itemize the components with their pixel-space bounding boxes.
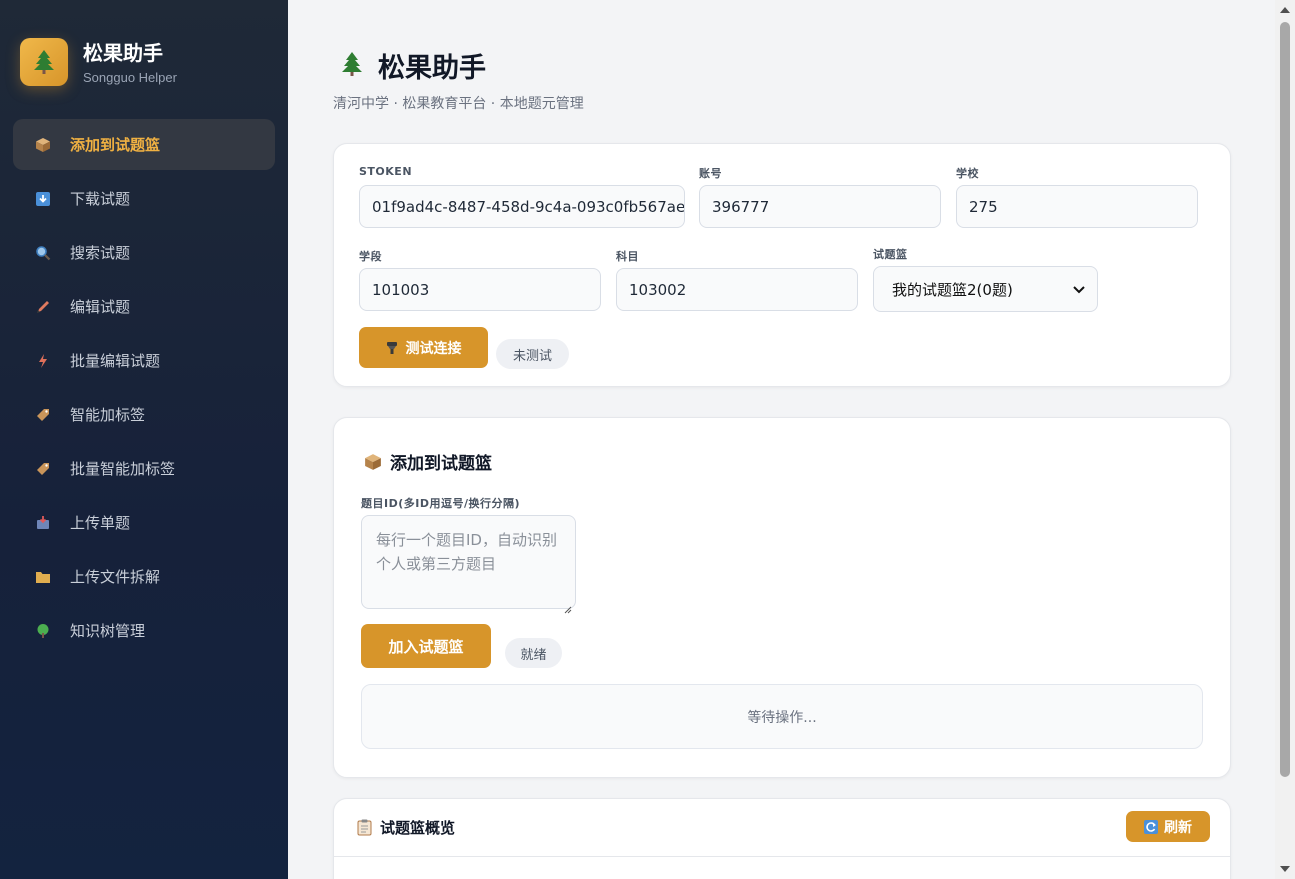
sidebar-item-label: 下载试题 [70, 190, 131, 208]
sidebar-item-upload-single[interactable]: 上传单题 [13, 497, 275, 548]
question-ids-placeholder: 每行一个题目ID，自动识别个人或第三方题目 [376, 531, 557, 573]
clipboard-icon [357, 819, 372, 836]
brand-subtitle: Songguo Helper [83, 69, 177, 85]
page-title: 松果助手 [340, 46, 486, 85]
sidebar-item-search[interactable]: 搜索试题 [13, 227, 275, 278]
sidebar-item-label: 编辑试题 [70, 298, 131, 316]
sidebar-item-download[interactable]: 下载试题 [13, 173, 275, 224]
pencil-icon [35, 299, 51, 315]
section-title-text: 添加到试题篮 [390, 454, 492, 474]
school-input[interactable]: 275 [956, 185, 1198, 228]
stoken-label: STOKEN [359, 165, 413, 178]
sidebar-item-add-to-basket[interactable]: 添加到试题篮 [13, 119, 275, 170]
package-icon [364, 453, 382, 471]
basket-label: 试题篮 [873, 248, 908, 261]
sidebar-item-upload-file[interactable]: 上传文件拆解 [13, 551, 275, 602]
stage-label: 学段 [359, 250, 382, 263]
refresh-icon [1144, 819, 1158, 834]
sidebar-item-label: 知识树管理 [70, 622, 146, 640]
search-icon [35, 245, 51, 261]
brand: 松果助手 Songguo Helper [20, 38, 177, 86]
scroll-thumb[interactable] [1280, 22, 1290, 777]
overview-title: 试题篮概览 [357, 817, 455, 838]
connection-card: STOKEN 01f9ad4c-8487-458d-9c4a-093c0fb56… [333, 143, 1231, 387]
brand-title: 松果助手 [83, 40, 163, 65]
page-subtitle: 清河中学 · 松果教育平台 · 本地题元管理 [333, 96, 584, 112]
sidebar-nav: 添加到试题篮 下载试题 搜索试题 编辑试题 批量编辑试题 智能加标签 批量智能加… [13, 119, 275, 659]
sidebar-item-label: 智能加标签 [70, 406, 146, 424]
page-title-text: 松果助手 [378, 53, 486, 84]
tag-icon [35, 407, 51, 423]
connection-status-badge: 未测试 [496, 339, 569, 369]
refresh-label: 刷新 [1164, 819, 1192, 836]
pine-tree-icon [20, 38, 68, 86]
sidebar-item-edit[interactable]: 编辑试题 [13, 281, 275, 332]
sidebar-item-batch-edit[interactable]: 批量编辑试题 [13, 335, 275, 386]
scroll-up-icon[interactable] [1279, 4, 1291, 16]
download-icon [35, 191, 51, 207]
stoken-input[interactable]: 01f9ad4c-8487-458d-9c4a-093c0fb567ae [359, 185, 685, 228]
add-to-basket-card: 添加到试题篮 题目ID(多ID用逗号/换行分隔) 每行一个题目ID，自动识别个人… [333, 417, 1231, 778]
sidebar-item-label: 添加到试题篮 [70, 136, 161, 154]
sidebar-item-batch-smart-tag[interactable]: 批量智能加标签 [13, 443, 275, 494]
overview-title-text: 试题篮概览 [380, 819, 456, 837]
school-label: 学校 [956, 167, 979, 180]
test-connection-label: 测试连接 [405, 340, 462, 357]
basket-overview-card: 试题篮概览 刷新 [333, 798, 1231, 879]
tree-icon [35, 623, 51, 639]
sidebar-item-label: 上传文件拆解 [70, 568, 161, 586]
main-content: 松果助手 清河中学 · 松果教育平台 · 本地题元管理 STOKEN 01f9a… [288, 0, 1275, 879]
inbox-icon [35, 515, 51, 531]
sidebar-item-smart-tag[interactable]: 智能加标签 [13, 389, 275, 440]
folder-icon [35, 569, 51, 585]
subject-input[interactable]: 103002 [616, 268, 858, 311]
flashlight-icon [386, 341, 398, 355]
account-label: 账号 [699, 167, 722, 180]
lightning-icon [35, 353, 51, 369]
sidebar-item-knowledge-tree[interactable]: 知识树管理 [13, 605, 275, 656]
sidebar-item-label: 上传单题 [70, 514, 131, 532]
sidebar-item-label: 批量编辑试题 [70, 352, 161, 370]
question-ids-textarea[interactable]: 每行一个题目ID，自动识别个人或第三方题目 [361, 515, 576, 614]
stage-input[interactable]: 101003 [359, 268, 601, 311]
sidebar-item-label: 批量智能加标签 [70, 460, 176, 478]
add-status-badge: 就绪 [505, 638, 562, 668]
scroll-down-icon[interactable] [1279, 863, 1291, 875]
sidebar-item-label: 搜索试题 [70, 244, 131, 262]
tag-icon [35, 461, 51, 477]
resize-handle-icon[interactable] [564, 597, 572, 614]
question-ids-label: 题目ID(多ID用逗号/换行分隔) [361, 497, 521, 510]
add-to-basket-button[interactable]: 加入试题篮 [361, 624, 491, 668]
sidebar: 松果助手 Songguo Helper 添加到试题篮 下载试题 搜索试题 编辑试… [0, 0, 288, 879]
account-input[interactable]: 396777 [699, 185, 941, 228]
subject-label: 科目 [616, 250, 639, 263]
basket-select-value: 我的试题篮2(0题) [892, 280, 1013, 299]
package-icon [35, 137, 51, 153]
section-title: 添加到试题篮 [364, 449, 492, 474]
output-log: 等待操作... [361, 684, 1203, 749]
refresh-button[interactable]: 刷新 [1126, 811, 1210, 842]
basket-select[interactable]: 我的试题篮2(0题) [873, 266, 1098, 312]
page-scrollbar[interactable] [1275, 0, 1295, 879]
test-connection-button[interactable]: 测试连接 [359, 327, 488, 368]
pine-tree-icon [340, 50, 364, 82]
chevron-down-icon [1073, 280, 1085, 298]
overview-header: 试题篮概览 刷新 [334, 799, 1230, 857]
